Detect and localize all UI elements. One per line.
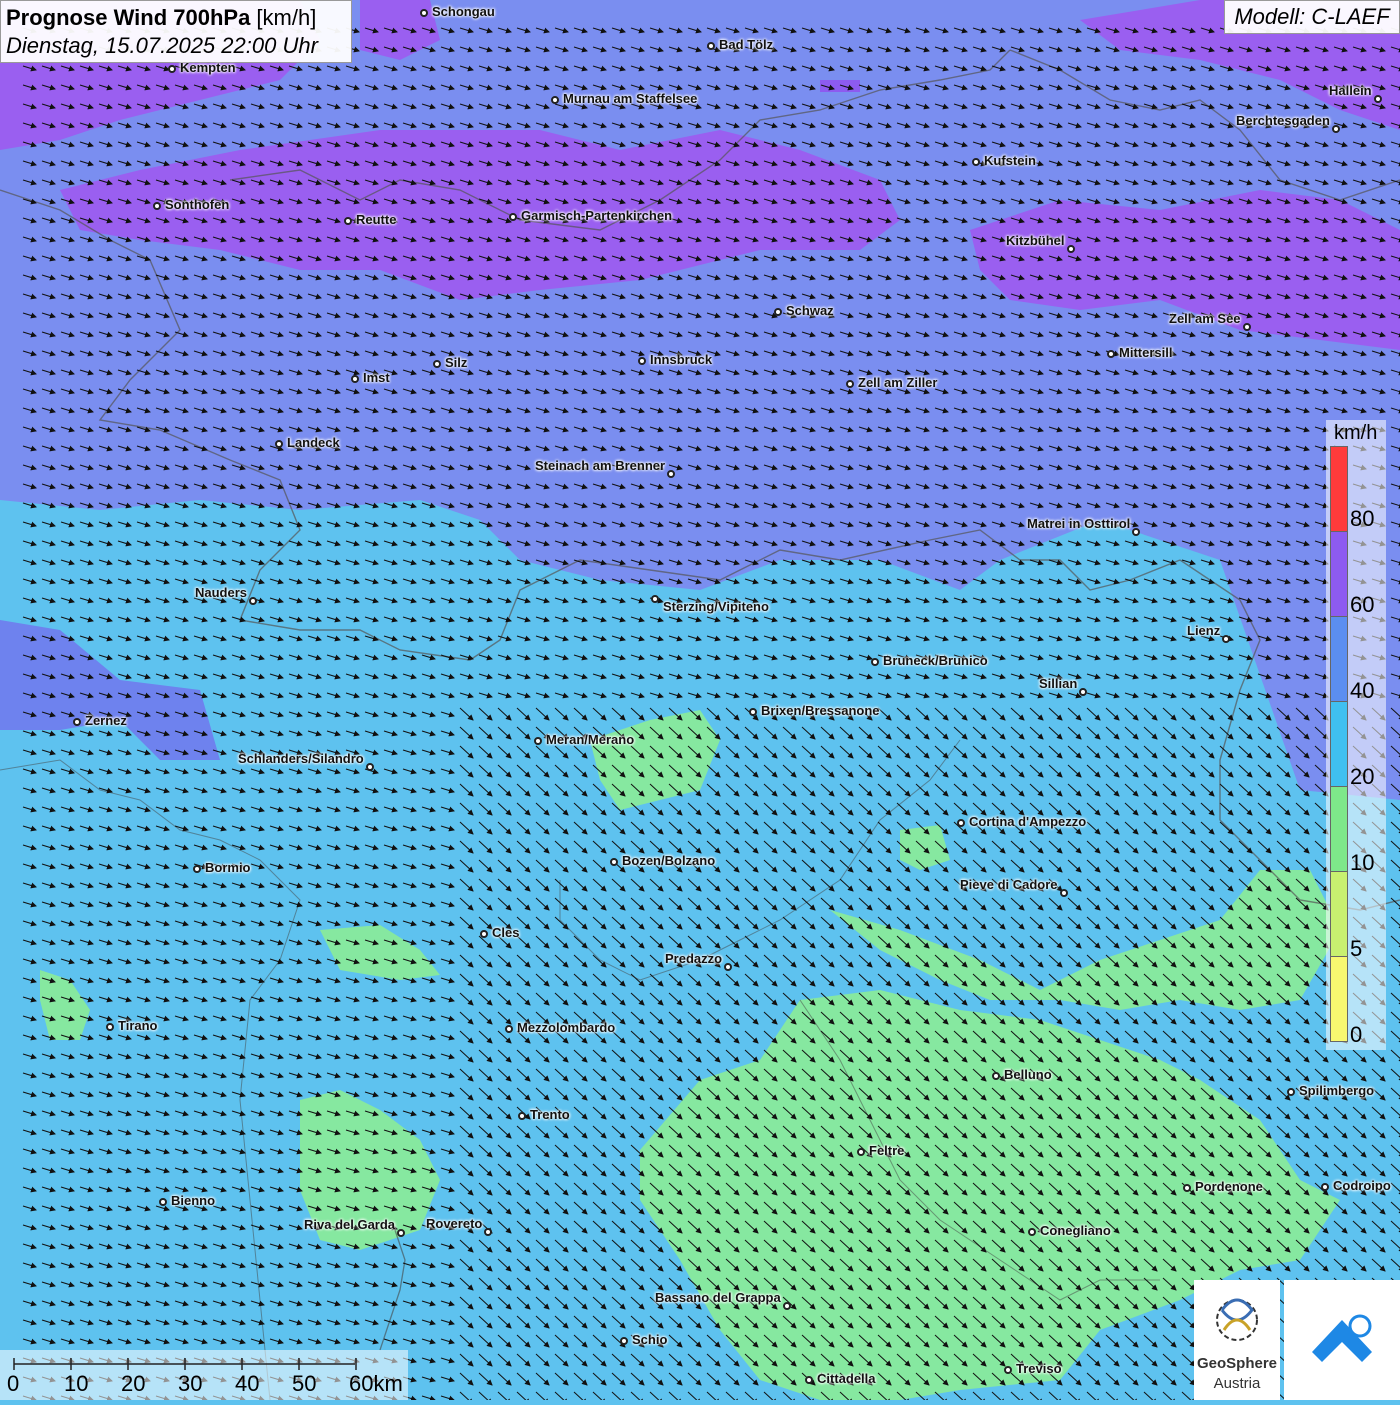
wind-zone-60-80 xyxy=(820,80,860,92)
